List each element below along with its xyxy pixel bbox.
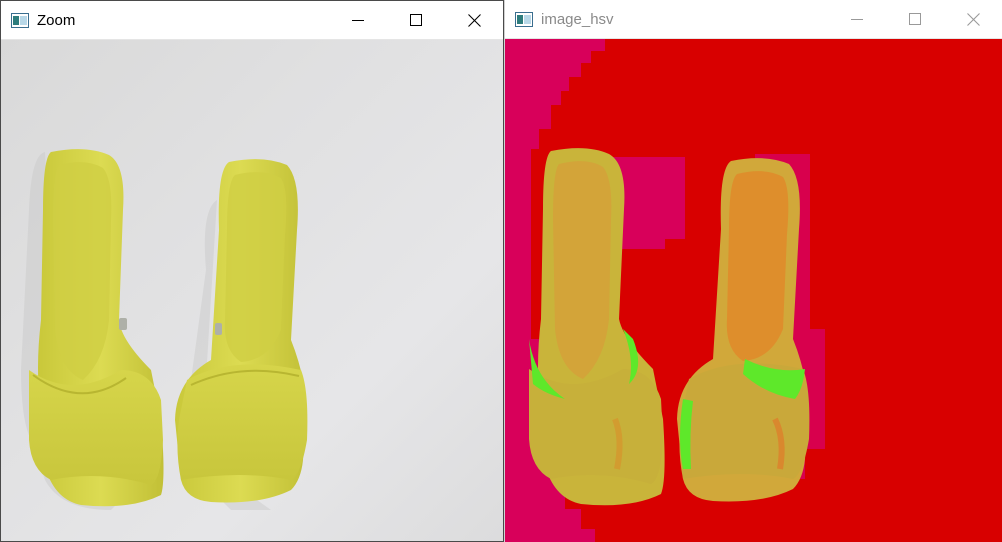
image-hsv-window[interactable]: image_hsv (504, 0, 1002, 542)
desktop: Zoom image_hsv (0, 0, 1002, 542)
minimize-button[interactable] (828, 0, 886, 38)
close-icon (966, 12, 980, 26)
image-hsv-titlebar[interactable]: image_hsv (505, 0, 1002, 39)
close-icon (467, 13, 481, 27)
image-hsv-area[interactable] (505, 39, 1002, 542)
close-button[interactable] (445, 1, 503, 39)
minimize-icon (352, 20, 364, 21)
hsv-sandals-image (505, 39, 825, 542)
maximize-icon (410, 14, 422, 26)
opencv-window-icon (11, 12, 29, 28)
caption-buttons (329, 1, 503, 39)
maximize-button[interactable] (886, 0, 944, 38)
window-title: Zoom (37, 11, 76, 29)
minimize-button[interactable] (329, 1, 387, 39)
sandals-photo (21, 149, 308, 510)
maximize-button[interactable] (387, 1, 445, 39)
maximize-icon (909, 13, 921, 25)
close-button[interactable] (944, 0, 1002, 38)
opencv-window-icon (515, 11, 533, 27)
zoom-image-area[interactable] (1, 40, 503, 541)
minimize-icon (851, 19, 863, 20)
zoom-titlebar[interactable]: Zoom (1, 1, 503, 40)
window-title: image_hsv (541, 10, 614, 28)
caption-buttons (828, 0, 1002, 38)
zoom-window[interactable]: Zoom (0, 0, 504, 542)
